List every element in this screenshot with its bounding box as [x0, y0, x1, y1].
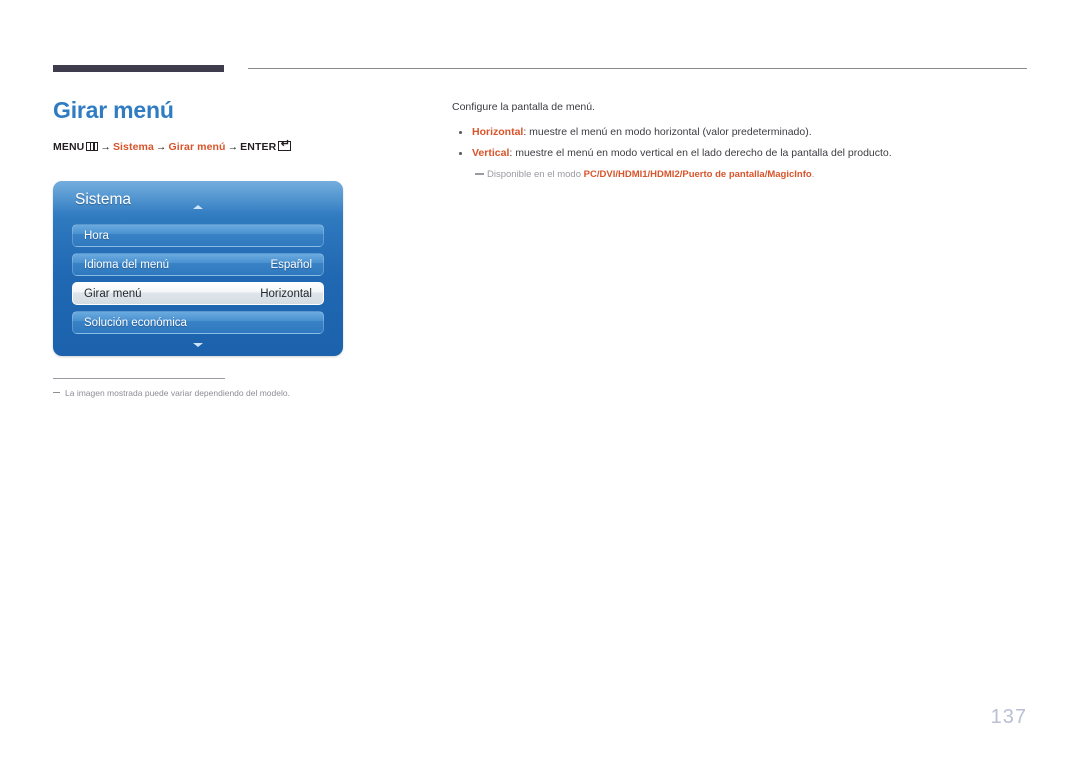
- note-text-wrapper: La imagen mostrada puede variar dependie…: [53, 388, 353, 398]
- osd-row-girar-menu[interactable]: Girar menú Horizontal: [72, 282, 324, 305]
- breadcrumb-menu-label: MENU: [53, 141, 85, 153]
- enter-key-icon: [278, 139, 292, 151]
- option-term-horizontal: Horizontal: [472, 126, 524, 138]
- note-divider: [53, 378, 225, 379]
- breadcrumb-item-sistema: Sistema: [112, 141, 154, 153]
- page-title: Girar menú: [53, 97, 174, 123]
- osd-row-solucion-economica[interactable]: Solución económica: [72, 311, 324, 334]
- triangle-up-icon[interactable]: [193, 205, 203, 209]
- option-list: Horizontal: muestre el menú en modo hori…: [452, 122, 1012, 182]
- header-rule-dark: [53, 65, 224, 72]
- osd-panel-title: Sistema: [75, 191, 131, 208]
- availability-suffix: .: [811, 169, 815, 180]
- intro-paragraph: Configure la pantalla de menú.: [452, 101, 596, 113]
- page-number: 137: [990, 706, 1027, 728]
- left-column: Girar menú MENU → Sistema → Girar menú → ENTER: [53, 96, 413, 153]
- osd-row-idioma-del-menu[interactable]: Idioma del menú Español: [72, 253, 324, 276]
- breadcrumb: MENU → Sistema → Girar menú → ENTER: [53, 139, 413, 153]
- list-item: Horizontal: muestre el menú en modo hori…: [452, 122, 1012, 143]
- breadcrumb-enter-label: ENTER: [240, 141, 277, 153]
- osd-row-label: Solución económica: [84, 316, 187, 329]
- osd-row-hora[interactable]: Hora: [72, 224, 324, 247]
- image-disclaimer-note: La imagen mostrada puede variar dependie…: [53, 378, 353, 398]
- option-term-vertical: Vertical: [472, 147, 510, 159]
- availability-prefix: Disponible en el modo: [487, 169, 584, 180]
- right-column: Configure la pantalla de menú. Horizonta…: [452, 100, 1012, 182]
- osd-row-label: Girar menú: [84, 287, 142, 300]
- breadcrumb-item-girar-menu: Girar menú: [168, 141, 226, 153]
- osd-row-value: Horizontal: [260, 287, 312, 300]
- menu-bars-icon: [86, 142, 99, 151]
- option-description: : muestre el menú en modo horizontal (va…: [523, 126, 812, 138]
- list-item: Vertical: muestre el menú en modo vertic…: [452, 143, 1012, 164]
- osd-menu-panel: Sistema Hora Idioma del menú Español Gir…: [53, 181, 343, 356]
- availability-note: Disponible en el modo PC/DVI/HDMI1/HDMI2…: [475, 167, 1012, 182]
- availability-modes: PC/DVI/HDMI1/HDMI2/Puerto de pantalla/Ma…: [583, 169, 812, 180]
- breadcrumb-arrow-2: →: [155, 141, 167, 153]
- osd-row-label: Hora: [84, 229, 109, 242]
- osd-row-value: Español: [270, 258, 312, 271]
- dash-icon: [53, 392, 60, 393]
- document-page: Girar menú MENU → Sistema → Girar menú → ENTER…: [0, 0, 1080, 763]
- breadcrumb-arrow-1: →: [100, 141, 111, 153]
- breadcrumb-arrow-3: →: [227, 141, 239, 153]
- dash-icon: [475, 173, 484, 175]
- triangle-down-icon[interactable]: [193, 343, 203, 347]
- osd-row-label: Idioma del menú: [84, 258, 170, 271]
- header-rule-thin: [248, 68, 1027, 69]
- osd-menu-list: Hora Idioma del menú Español Girar menú …: [72, 224, 324, 334]
- option-description: : muestre el menú en modo vertical en el…: [509, 147, 892, 159]
- note-text: La imagen mostrada puede variar dependie…: [65, 388, 290, 398]
